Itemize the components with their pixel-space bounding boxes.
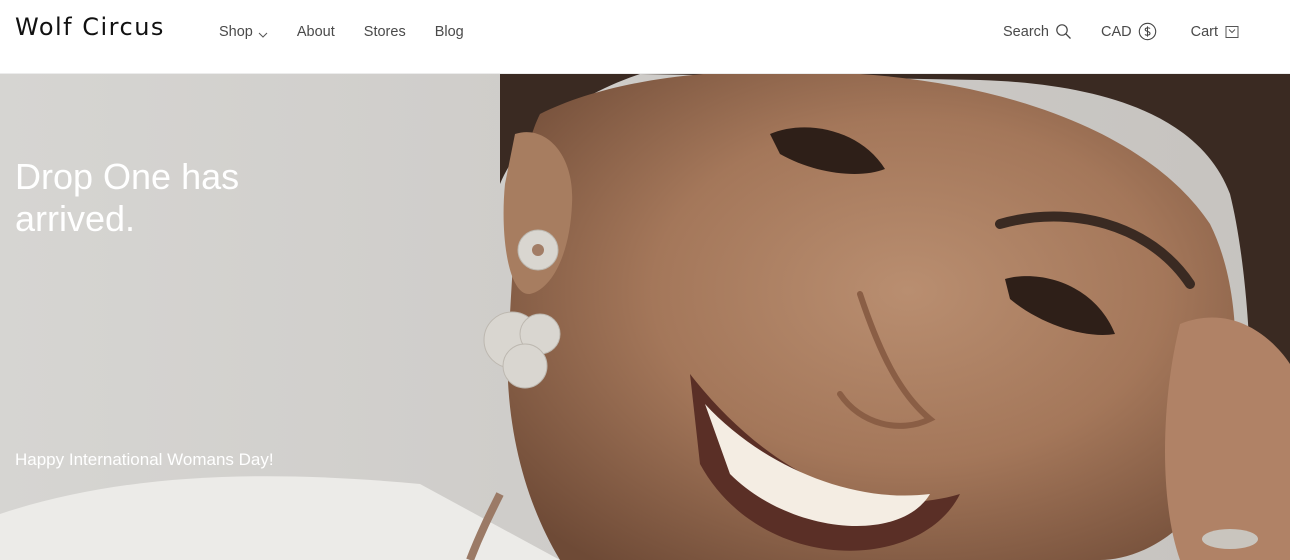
hero-photo xyxy=(0,74,1290,560)
hero-banner[interactable]: Drop One has arrived. Happy Internationa… xyxy=(0,74,1290,560)
cart-button[interactable]: Cart xyxy=(1191,23,1240,41)
site-logo[interactable]: Wolf Circus xyxy=(15,13,165,41)
nav-item-label: Blog xyxy=(434,24,464,40)
chevron-down-icon xyxy=(258,27,268,38)
nav-item-label: Stores xyxy=(363,24,406,40)
utility-nav: Search CAD Cart xyxy=(1003,22,1240,41)
search-label: Search xyxy=(1003,23,1049,40)
search-button[interactable]: Search xyxy=(1003,23,1072,41)
site-header: Wolf Circus Shop About Stores Blog Searc… xyxy=(0,0,1290,74)
search-icon xyxy=(1056,24,1071,39)
nav-item-about[interactable]: About xyxy=(297,23,335,41)
nav-item-label: About xyxy=(296,24,335,40)
dollar-circle-icon xyxy=(1138,22,1156,41)
hero-subtitle-link[interactable]: Happy International Womans Day! xyxy=(15,450,274,470)
hero-title: Drop One has arrived. xyxy=(15,156,240,239)
main-nav: Shop About Stores Blog xyxy=(219,23,493,41)
nav-item-shop[interactable]: Shop xyxy=(219,23,268,41)
cart-icon xyxy=(1225,26,1239,38)
currency-selector[interactable]: CAD xyxy=(1101,22,1157,41)
nav-item-stores[interactable]: Stores xyxy=(364,23,406,41)
nav-item-blog[interactable]: Blog xyxy=(435,23,464,41)
nav-item-label: Shop xyxy=(219,24,253,40)
cart-label: Cart xyxy=(1190,23,1218,40)
currency-label: CAD xyxy=(1100,23,1132,40)
